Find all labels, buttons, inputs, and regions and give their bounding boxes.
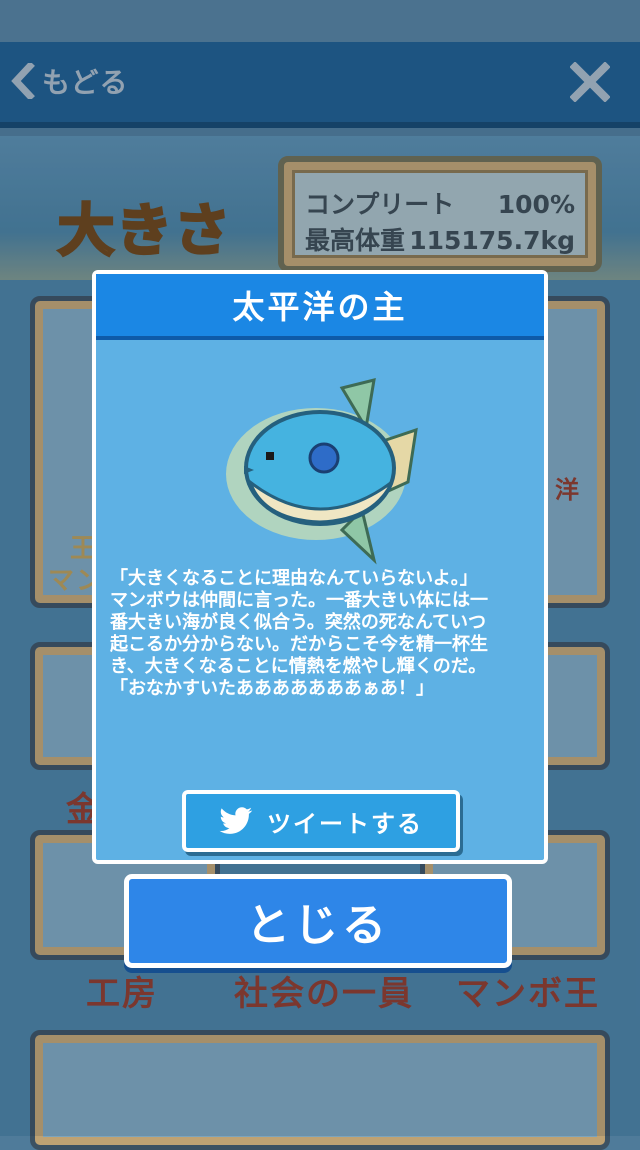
tweet-label: ツイートする	[267, 809, 423, 838]
description-line: 起こるか分からない。だからこそ今を精一杯生	[110, 634, 488, 655]
close-modal-button[interactable]: とじる	[124, 874, 512, 968]
sunfish-icon	[226, 377, 418, 565]
tweet-button[interactable]: ツイートする	[182, 790, 460, 852]
close-modal-label: とじる	[246, 900, 390, 951]
modal-description: 「大きくなることに理由なんていらないよ。」 マンボウは仲間に言った。一番大きい体…	[110, 568, 536, 700]
description-line: 「おなかすいたあああああああぁあ！」	[110, 678, 434, 699]
modal-title: 太平洋の主	[232, 288, 408, 326]
twitter-bird-icon	[219, 807, 253, 834]
description-line: マンボウは仲間に言った。一番大きい体には一	[110, 590, 488, 611]
modal-header: 太平洋の主	[96, 274, 544, 340]
description-line: き、大きくなることに情熱を燃やし輝くのだ。	[110, 656, 487, 677]
achievement-modal: 太平洋の主 「大きくなることに理由なんていらないよ。」 マンボウは仲間に言った。…	[92, 270, 548, 864]
description-line: 番大きい海が良く似合う。突然の死なんていつ	[110, 612, 487, 633]
description-line: 「大きくなることに理由なんていらないよ。」	[110, 568, 478, 589]
